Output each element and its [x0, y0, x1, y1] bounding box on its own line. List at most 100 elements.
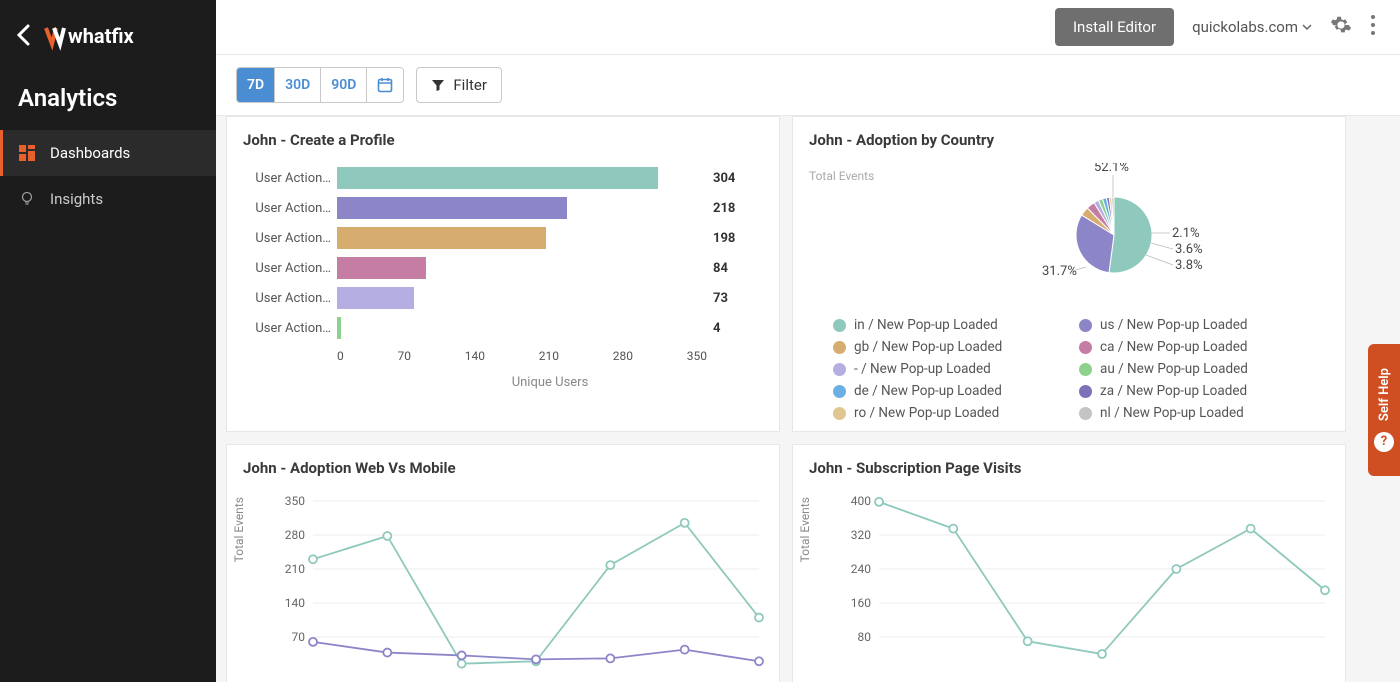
legend-label: in / New Pop-up Loaded	[854, 317, 998, 333]
y-tick: 160	[851, 596, 871, 610]
bar-fill	[337, 197, 567, 219]
legend-label: ro / New Pop-up Loaded	[854, 405, 999, 421]
line-point	[949, 525, 957, 533]
more-menu-icon[interactable]	[1370, 14, 1376, 40]
line-point	[458, 660, 466, 668]
bar-row: User Action…84	[337, 253, 763, 283]
bar-label: User Action…	[243, 201, 331, 216]
card-title: John - Adoption by Country	[809, 131, 1329, 149]
bar-label: User Action…	[243, 291, 331, 306]
legend-item: - / New Pop-up Loaded	[833, 361, 1059, 377]
sidebar-item-label: Dashboards	[50, 144, 130, 162]
line-point	[1024, 637, 1032, 645]
card-subscription-visits: John - Subscription Page Visits Total Ev…	[792, 444, 1346, 682]
legend-item: za / New Pop-up Loaded	[1079, 383, 1305, 399]
legend-label: au / New Pop-up Loaded	[1100, 361, 1248, 377]
line-point	[532, 655, 540, 663]
y-tick: 320	[851, 528, 871, 542]
back-chevron-icon[interactable]	[16, 24, 30, 51]
topbar: Install Editor quickolabs.com	[216, 0, 1400, 55]
card-adoption-country: John - Adoption by Country Total Events …	[792, 116, 1346, 432]
card-title: John - Create a Profile	[243, 131, 763, 149]
legend-label: de / New Pop-up Loaded	[854, 383, 1002, 399]
legend-item: de / New Pop-up Loaded	[833, 383, 1059, 399]
sidebar-title: Analytics	[0, 76, 216, 130]
filter-icon	[431, 78, 445, 92]
y-axis-label: Total Events	[232, 497, 246, 562]
legend-swatch	[833, 407, 846, 420]
self-help-tab[interactable]: Self Help ?	[1368, 344, 1400, 476]
sidebar-item-dashboards[interactable]: Dashboards	[0, 130, 216, 176]
y-tick: 140	[285, 596, 305, 610]
range-30d[interactable]: 30D	[275, 68, 321, 102]
bar-fill	[337, 167, 658, 189]
pie-slice-label: 3.6%	[1175, 242, 1203, 257]
legend-item: ro / New Pop-up Loaded	[833, 405, 1059, 421]
bar-row: User Action…198	[337, 223, 763, 253]
legend-item: in / New Pop-up Loaded	[833, 317, 1059, 333]
toolbar: 7D 30D 90D Filter	[216, 55, 1400, 116]
bar-row: User Action…218	[337, 193, 763, 223]
help-question-icon: ?	[1374, 432, 1394, 452]
line-point	[309, 638, 317, 646]
legend-swatch	[833, 341, 846, 354]
caret-down-icon	[1302, 22, 1312, 32]
bar-value: 218	[713, 201, 735, 216]
bar-row: User Action…4	[337, 313, 763, 343]
sidebar-item-insights[interactable]: Insights	[0, 176, 216, 222]
line-point	[875, 498, 883, 506]
pie-slice-label: 2.1%	[1172, 226, 1200, 241]
line-point	[755, 614, 763, 622]
legend-item: au / New Pop-up Loaded	[1079, 361, 1305, 377]
pie-slice-label: 3.8%	[1175, 258, 1203, 273]
legend-item: ca / New Pop-up Loaded	[1079, 339, 1305, 355]
bar-value: 304	[713, 171, 735, 186]
pie-slice-label: 52.1%	[1094, 163, 1129, 175]
line-point	[458, 651, 466, 659]
calendar-icon	[377, 77, 393, 93]
brand-logo: whatfix	[44, 22, 174, 52]
range-90d[interactable]: 90D	[321, 68, 367, 102]
line-chart: Total Events 80160240320400	[809, 491, 1329, 682]
range-custom-date[interactable]	[367, 68, 403, 102]
legend-label: ca / New Pop-up Loaded	[1100, 339, 1247, 355]
main-area: Install Editor quickolabs.com 7D 30D 90D…	[216, 0, 1400, 682]
line-point	[755, 657, 763, 665]
settings-gear-icon[interactable]	[1330, 14, 1352, 40]
filter-button[interactable]: Filter	[416, 67, 502, 103]
card-title: John - Adoption Web Vs Mobile	[243, 459, 763, 477]
sidebar: whatfix Analytics Dashboards Insights	[0, 0, 216, 682]
bar-row: User Action…304	[337, 163, 763, 193]
legend-item: us / New Pop-up Loaded	[1079, 317, 1305, 333]
legend-label: nl / New Pop-up Loaded	[1100, 405, 1244, 421]
legend-label: - / New Pop-up Loaded	[854, 361, 991, 377]
card-create-profile: John - Create a Profile User Action…304U…	[226, 116, 780, 432]
logo-row: whatfix	[0, 12, 216, 76]
pie-legend: in / New Pop-up Loaded us / New Pop-up Lo…	[809, 317, 1329, 421]
bar-label: User Action…	[243, 321, 331, 336]
legend-swatch	[833, 385, 846, 398]
lightbulb-icon	[18, 191, 36, 207]
bar-row: User Action…73	[337, 283, 763, 313]
bar-x-axis: 070140210280350	[337, 349, 707, 363]
line-point	[383, 649, 391, 657]
domain-selector[interactable]: quickolabs.com	[1192, 18, 1312, 36]
install-editor-button[interactable]: Install Editor	[1055, 8, 1174, 46]
line-point	[1247, 525, 1255, 533]
legend-swatch	[1079, 385, 1092, 398]
range-7d[interactable]: 7D	[237, 68, 275, 102]
line-point	[606, 561, 614, 569]
card-title: John - Subscription Page Visits	[809, 459, 1329, 477]
legend-swatch	[833, 319, 846, 332]
line-point	[383, 532, 391, 540]
line-point	[1321, 586, 1329, 594]
bar-fill	[337, 287, 414, 309]
line-point	[1098, 650, 1106, 658]
bar-value: 198	[713, 231, 735, 246]
dashboard-icon	[18, 145, 36, 161]
legend-label: gb / New Pop-up Loaded	[854, 339, 1002, 355]
y-axis-label: Total Events	[798, 497, 812, 562]
pie-subtitle: Total Events	[809, 163, 919, 183]
bar-label: User Action…	[243, 261, 331, 276]
legend-swatch	[1079, 341, 1092, 354]
